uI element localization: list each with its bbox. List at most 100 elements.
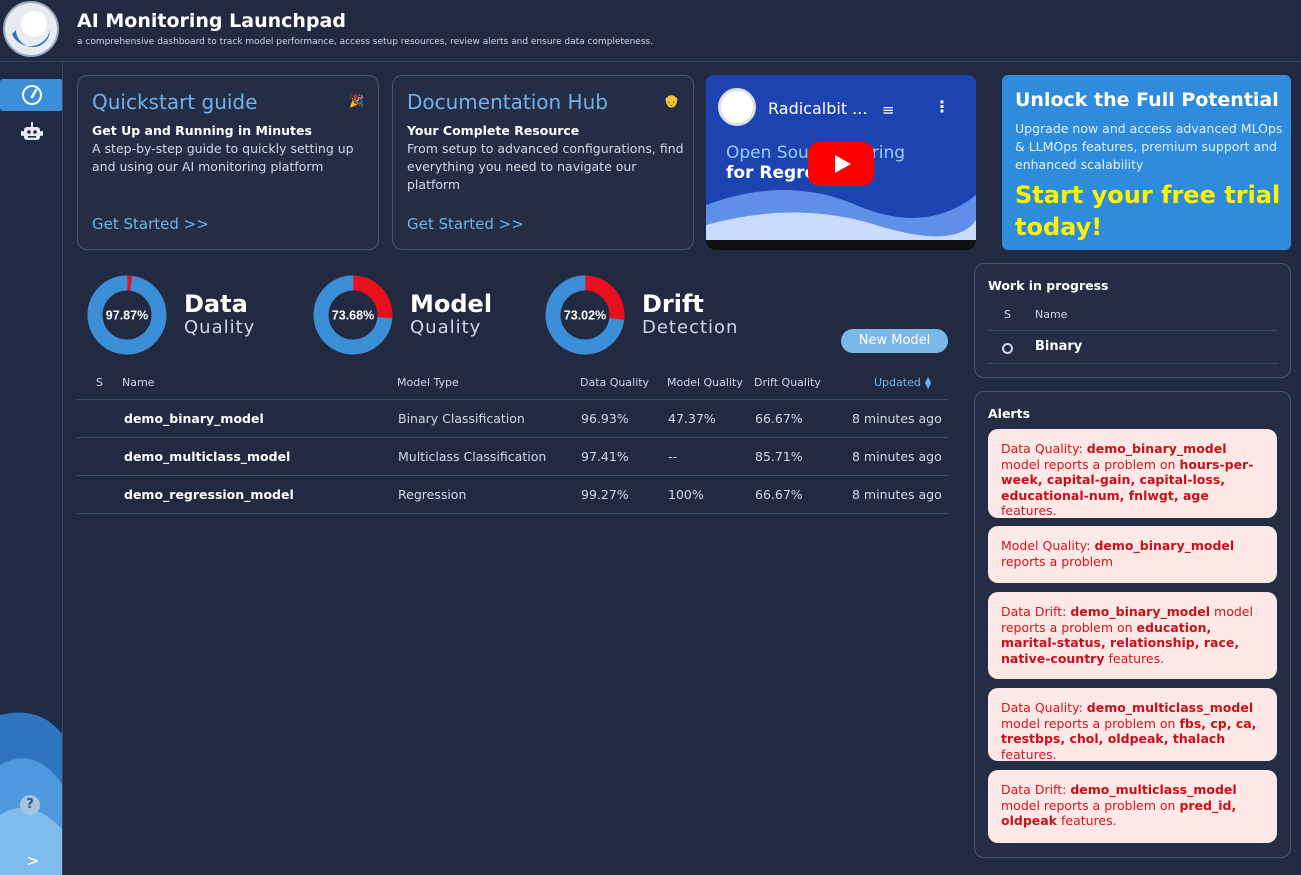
robot-icon[interactable] (20, 120, 44, 144)
alert-item[interactable]: Data Quality: demo_binary_model model re… (988, 429, 1277, 518)
column-name[interactable]: Name (122, 376, 154, 389)
get-started-link[interactable]: Get Started >> (92, 215, 209, 233)
alert-suffix: features. (1057, 813, 1117, 828)
card-title: Quickstart guide (92, 90, 258, 114)
column-status: S (1004, 308, 1011, 321)
divider (988, 330, 1278, 331)
card-description: A step-by-step guide to quickly setting … (92, 141, 354, 174)
alert-model: demo_binary_model (1070, 604, 1211, 619)
model-name[interactable]: demo_multiclass_model (124, 449, 290, 464)
get-started-link[interactable]: Get Started >> (407, 215, 524, 233)
data-quality-value: 96.93% (581, 411, 629, 426)
model-name[interactable]: demo_binary_model (124, 411, 264, 426)
alert-model: demo_binary_model (1094, 538, 1235, 553)
panel-title: Work in progress (988, 278, 1109, 293)
wip-row-name[interactable]: Binary (1035, 339, 1082, 354)
models-table: S Name Model Type Data Quality Model Qua… (77, 370, 948, 514)
playlist-icon[interactable]: ≡ (882, 101, 895, 119)
column-status[interactable]: S (96, 376, 103, 389)
alert-mid: model reports a problem on (1001, 715, 1180, 731)
donut-value-label: 73.02% (564, 309, 606, 323)
alert-mid: reports a problem (1001, 553, 1114, 569)
alert-item[interactable]: Data Drift: demo_binary_model model repo… (988, 592, 1277, 679)
expand-sidebar-icon[interactable]: > (26, 851, 39, 870)
promo-title: Unlock the Full Potential (1015, 89, 1279, 111)
work-in-progress-panel: Work in progress S Name Binary (974, 263, 1291, 378)
card-description: From setup to advanced configurations, f… (407, 141, 684, 192)
column-data-quality[interactable]: Data Quality (580, 376, 649, 389)
alert-prefix: Data Drift: (1001, 604, 1071, 619)
model-type: Regression (398, 487, 467, 502)
alert-model: demo_multiclass_model (1086, 700, 1254, 715)
table-body: demo_binary_model Binary Classification 96… (77, 400, 948, 514)
divider (988, 363, 1278, 364)
alert-prefix: Data Quality: (1001, 700, 1087, 715)
drift-detection-label: Drift Detection (642, 290, 738, 338)
alert-item[interactable]: Data Quality: demo_multiclass_model mode… (988, 688, 1277, 762)
drift-quality-value: 85.71% (755, 449, 803, 464)
play-icon[interactable] (808, 142, 874, 186)
column-updated[interactable]: Updated (874, 376, 921, 389)
more-options-icon[interactable]: ⋮ (934, 97, 950, 116)
promo-banner[interactable]: Unlock the Full Potential Upgrade now an… (1002, 75, 1291, 250)
model-quality-label: Model Quality (410, 290, 492, 338)
model-quality-value: 47.37% (668, 411, 716, 426)
card-subtitle: Get Up and Running in Minutes (92, 123, 312, 138)
donut-value-label: 97.87% (106, 309, 148, 323)
table-row[interactable]: demo_binary_model Binary Classification 96… (77, 400, 948, 438)
free-trial-link[interactable]: Start your free trial today! (1015, 179, 1285, 243)
donut-title: Drift (642, 290, 704, 318)
video-embed[interactable]: Radicalbit ... ≡ ⋮ Open Sou Monitoring f… (706, 75, 976, 250)
documentation-card[interactable]: Documentation Hub 👴 Your Complete Resour… (392, 75, 694, 250)
donut-subtitle: Quality (410, 317, 482, 338)
data-quality-value: 99.27% (581, 487, 629, 502)
sidebar: ? > (0, 62, 63, 875)
sort-icon[interactable]: ▲▼ (925, 376, 933, 390)
column-name: Name (1035, 308, 1068, 321)
column-model-quality[interactable]: Model Quality (667, 376, 743, 389)
alert-mid: model reports a problem on (1001, 456, 1180, 472)
quickstart-card[interactable]: Quickstart guide 🎉 Get Up and Running in… (77, 75, 379, 250)
model-name[interactable]: demo_regression_model (124, 487, 294, 502)
party-icon: 🎉 (349, 94, 364, 108)
status-pending-icon (1002, 343, 1013, 354)
video-title[interactable]: Radicalbit ... (768, 99, 867, 118)
alert-suffix: features. (1104, 650, 1165, 666)
old-man-icon: 👴 (664, 94, 679, 108)
data-quality-donut: 97.87% (87, 275, 167, 355)
column-drift-quality[interactable]: Drift Quality (754, 376, 821, 389)
gauge-icon[interactable] (20, 83, 44, 107)
donut-title: Model (410, 290, 493, 318)
page-subtitle: a comprehensive dashboard to track model… (77, 37, 654, 47)
alert-suffix: features. (1001, 503, 1057, 518)
donut-subtitle: Quality (184, 317, 256, 338)
data-quality-value: 97.41% (581, 449, 629, 464)
logo-icon[interactable] (2, 0, 60, 58)
model-quality-value: 100% (668, 487, 704, 502)
drift-quality-value: 66.67% (755, 411, 803, 426)
page-title: AI Monitoring Launchpad (77, 10, 346, 32)
drift-detection-donut: 73.02% (545, 275, 625, 355)
alert-item[interactable]: Model Quality: demo_binary_model reports… (988, 526, 1277, 583)
alert-mid: model reports a problem on (1001, 797, 1180, 813)
donut-subtitle: Detection (642, 317, 739, 338)
column-model-type[interactable]: Model Type (397, 376, 459, 389)
alert-item[interactable]: Data Drift: demo_multiclass_model model … (988, 770, 1277, 843)
updated-value: 8 minutes ago (852, 411, 942, 426)
alert-prefix: Data Quality: (1001, 441, 1087, 456)
alerts-panel: Alerts Data Quality: demo_binary_model m… (974, 391, 1291, 858)
model-quality-value: -- (668, 449, 678, 464)
channel-avatar[interactable] (718, 88, 756, 126)
help-icon[interactable]: ? (20, 795, 40, 815)
drift-quality-value: 66.67% (755, 487, 803, 502)
table-row[interactable]: demo_regression_model Regression 99.27% 100… (77, 476, 948, 514)
alert-suffix: features. (1001, 746, 1057, 762)
model-type: Multiclass Classification (398, 449, 547, 464)
card-subtitle: Your Complete Resource (407, 123, 580, 138)
table-row[interactable]: demo_multiclass_model Multiclass Classifi… (77, 438, 948, 476)
new-model-button[interactable]: New Model (841, 329, 948, 353)
data-quality-label: Data Quality (184, 290, 255, 338)
donut-value-label: 73.68% (332, 309, 374, 323)
model-quality-donut: 73.68% (313, 275, 393, 355)
card-title: Documentation Hub (407, 90, 608, 114)
